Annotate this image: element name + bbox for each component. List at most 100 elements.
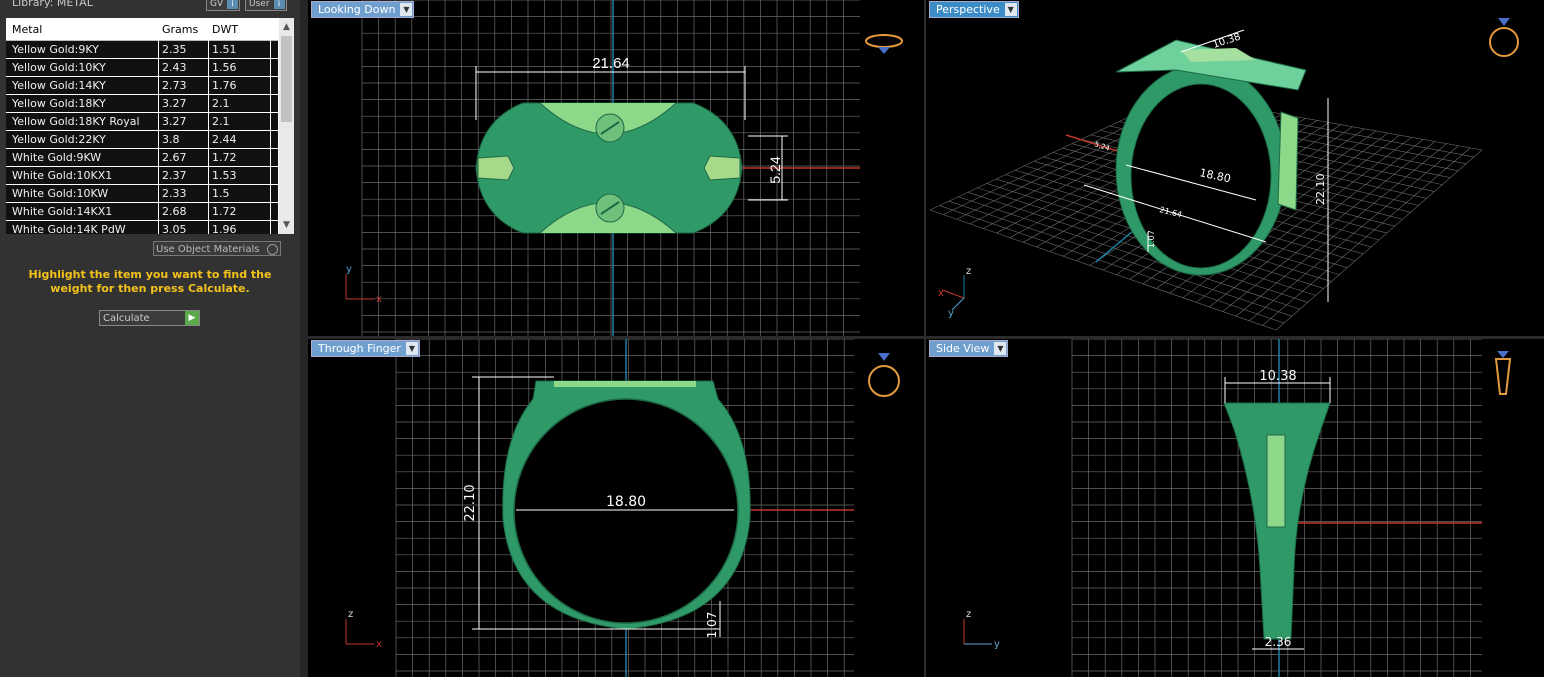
dimension-label: 1.07 bbox=[1147, 230, 1156, 248]
table-row[interactable]: White Gold:10KW 2.33 1.5 bbox=[6, 185, 278, 203]
column-header-grams[interactable]: Grams bbox=[162, 23, 198, 36]
cell-grams: 2.67 bbox=[162, 151, 187, 164]
scroll-up-icon[interactable]: ▲ bbox=[279, 20, 294, 34]
cell-grams: 2.37 bbox=[162, 169, 187, 182]
cell-dwt: 1.56 bbox=[212, 61, 237, 74]
looking-down-canvas[interactable]: 21.64 5.24 y x bbox=[308, 0, 924, 336]
viewport-label-looking-down[interactable]: Looking Down ▼ bbox=[311, 1, 415, 18]
viewport-perspective[interactable]: 10.38 18.80 22.10 21.64 1.07 5.24 z x y … bbox=[926, 0, 1544, 336]
dimension-label: 22.10 bbox=[1314, 174, 1327, 206]
ring-top-shape bbox=[475, 102, 743, 234]
scroll-down-icon[interactable]: ▼ bbox=[279, 218, 294, 232]
viewport-looking-down[interactable]: 21.64 5.24 y x Looking Down ▼ bbox=[308, 0, 924, 336]
gv-toggle[interactable]: GV i bbox=[206, 0, 241, 11]
column-divider bbox=[158, 18, 159, 234]
cell-dwt: 1.96 bbox=[212, 223, 237, 234]
chevron-down-icon[interactable]: ▼ bbox=[994, 342, 1007, 355]
view-cube-ring-icon[interactable] bbox=[1489, 18, 1519, 57]
calculate-label: Calculate bbox=[103, 313, 150, 324]
table-row[interactable]: White Gold:14K PdW 3.05 1.96 bbox=[6, 221, 278, 234]
axis-triad: z y bbox=[963, 609, 1000, 650]
dimension-inner-label: 18.80 bbox=[606, 494, 646, 510]
view-cube-ring-icon[interactable] bbox=[1494, 351, 1512, 395]
cell-metal: Yellow Gold:18KY bbox=[12, 97, 106, 110]
table-row[interactable]: Yellow Gold:18KY 3.27 2.1 bbox=[6, 95, 278, 113]
use-object-materials-label: Use Object Materials bbox=[156, 244, 260, 255]
dimension-thickness-label: 1.07 bbox=[705, 612, 719, 639]
panel-splitter[interactable] bbox=[300, 0, 308, 677]
through-finger-canvas[interactable]: 22.10 18.80 1.07 z x bbox=[308, 339, 924, 677]
cell-grams: 2.43 bbox=[162, 61, 187, 74]
cell-dwt: 2.1 bbox=[212, 115, 230, 128]
cell-metal: White Gold:10KW bbox=[12, 187, 109, 200]
cell-metal: White Gold:9KW bbox=[12, 151, 102, 164]
cell-metal: White Gold:10KX1 bbox=[12, 169, 113, 182]
cell-metal: Yellow Gold:14KY bbox=[12, 79, 106, 92]
chevron-down-icon[interactable]: ▼ bbox=[405, 342, 418, 355]
view-cube-ring-icon[interactable] bbox=[868, 353, 900, 397]
dimension-width-label: 21.64 bbox=[592, 55, 630, 72]
cell-dwt: 1.72 bbox=[212, 151, 237, 164]
viewport-through-finger[interactable]: 22.10 18.80 1.07 z x Through Finger ▼ bbox=[308, 339, 924, 677]
cell-grams: 3.05 bbox=[162, 223, 187, 234]
table-scrollbar[interactable]: ▲ ▼ bbox=[279, 18, 294, 234]
table-row[interactable]: Yellow Gold:9KY 2.35 1.51 bbox=[6, 41, 278, 59]
cell-dwt: 1.72 bbox=[212, 205, 237, 218]
use-object-materials-option[interactable]: Use Object Materials bbox=[153, 241, 281, 256]
table-row[interactable]: Yellow Gold:18KY Royal 3.27 2.1 bbox=[6, 113, 278, 131]
chevron-down-icon[interactable]: ▼ bbox=[400, 3, 413, 16]
column-divider bbox=[270, 18, 271, 234]
radio-icon[interactable] bbox=[267, 244, 278, 255]
calculate-button[interactable]: Calculate ▶ bbox=[99, 310, 200, 326]
cell-grams: 3.27 bbox=[162, 97, 187, 110]
cell-grams: 2.33 bbox=[162, 187, 187, 200]
table-row[interactable]: White Gold:14KX1 2.68 1.72 bbox=[6, 203, 278, 221]
info-icon: i bbox=[227, 0, 239, 9]
instruction-text: Highlight the item you want to find the … bbox=[28, 268, 272, 295]
axis-x-label: x bbox=[376, 294, 382, 305]
dimension-label: 5.24 bbox=[1093, 140, 1111, 153]
user-label: User bbox=[249, 0, 270, 9]
viewport-side-view[interactable]: 10.38 2.36 z y Side View ▼ bbox=[926, 339, 1544, 677]
table-rows: Yellow Gold:9KY 2.35 1.51 Yellow Gold:10KY 2… bbox=[6, 41, 278, 234]
axis-triad: z x bbox=[345, 609, 382, 650]
table-header: Metal Grams DWT bbox=[6, 18, 278, 41]
viewport-label-perspective[interactable]: Perspective ▼ bbox=[929, 1, 1019, 18]
cell-grams: 3.8 bbox=[162, 133, 180, 146]
user-toggle[interactable]: User i bbox=[245, 0, 287, 11]
dimension-height-label: 5.24 bbox=[767, 156, 783, 183]
axis-triad: y x bbox=[345, 264, 382, 305]
side-view-canvas[interactable]: 10.38 2.36 z y bbox=[926, 339, 1544, 677]
scrollbar-thumb[interactable] bbox=[281, 36, 292, 122]
cell-dwt: 1.5 bbox=[212, 187, 230, 200]
table-row[interactable]: White Gold:10KX1 2.37 1.53 bbox=[6, 167, 278, 185]
viewport-label-through-finger[interactable]: Through Finger ▼ bbox=[311, 340, 420, 357]
table-row[interactable]: Yellow Gold:22KY 3.8 2.44 bbox=[6, 131, 278, 149]
dimension-top-label: 10.38 bbox=[1259, 369, 1296, 384]
table-row[interactable]: White Gold:9KW 2.67 1.72 bbox=[6, 149, 278, 167]
viewport-title: Looking Down bbox=[318, 3, 396, 16]
cell-metal: Yellow Gold:9KY bbox=[12, 43, 99, 56]
viewport-label-side-view[interactable]: Side View ▼ bbox=[929, 340, 1009, 357]
view-cube-ring-icon[interactable] bbox=[865, 34, 903, 54]
cell-dwt: 2.1 bbox=[212, 97, 230, 110]
cell-grams: 3.27 bbox=[162, 115, 187, 128]
info-icon: i bbox=[273, 0, 285, 9]
column-header-dwt[interactable]: DWT bbox=[212, 23, 238, 36]
axis-triad: z x y bbox=[938, 266, 971, 319]
cell-dwt: 2.44 bbox=[212, 133, 237, 146]
column-header-metal[interactable]: Metal bbox=[12, 23, 42, 36]
cell-metal: Yellow Gold:18KY Royal bbox=[12, 115, 140, 128]
table-row[interactable]: Yellow Gold:14KY 2.73 1.76 bbox=[6, 77, 278, 95]
cell-metal: White Gold:14K PdW bbox=[12, 223, 126, 234]
axis-y-label: y bbox=[948, 308, 954, 319]
axis-x-label: x bbox=[376, 639, 382, 650]
table-row[interactable]: Yellow Gold:10KY 2.43 1.56 bbox=[6, 59, 278, 77]
axis-z-label: z bbox=[348, 609, 353, 620]
axis-y-label: y bbox=[994, 639, 1000, 650]
library-title: Library: METAL bbox=[12, 0, 93, 9]
perspective-canvas[interactable]: 10.38 18.80 22.10 21.64 1.07 5.24 z x y bbox=[926, 0, 1544, 336]
metal-weight-table[interactable]: Metal Grams DWT Yellow Gold:9KY 2.35 1.51 Y… bbox=[6, 18, 294, 234]
chevron-down-icon[interactable]: ▼ bbox=[1004, 3, 1017, 16]
viewport-title: Side View bbox=[936, 342, 990, 355]
